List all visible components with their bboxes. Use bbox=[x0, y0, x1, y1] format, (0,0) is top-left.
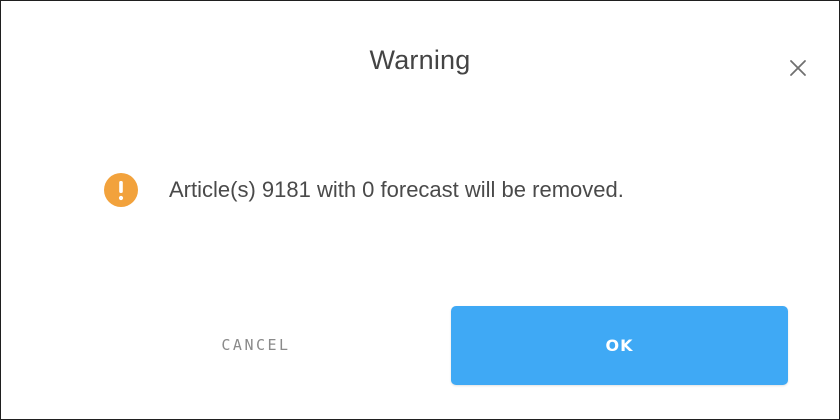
warning-message: Article(s) 9181 with 0 forecast will be … bbox=[169, 177, 624, 202]
ok-button[interactable]: OK bbox=[451, 306, 788, 385]
exclamation-icon bbox=[104, 173, 138, 207]
cancel-button[interactable]: CANCEL bbox=[181, 307, 331, 383]
warning-dialog: Warning Article(s) 9181 with 0 forecast … bbox=[0, 0, 840, 420]
dialog-title: Warning bbox=[369, 45, 471, 75]
close-icon[interactable] bbox=[787, 57, 809, 79]
warning-message-row: Article(s) 9181 with 0 forecast will be … bbox=[104, 172, 624, 208]
